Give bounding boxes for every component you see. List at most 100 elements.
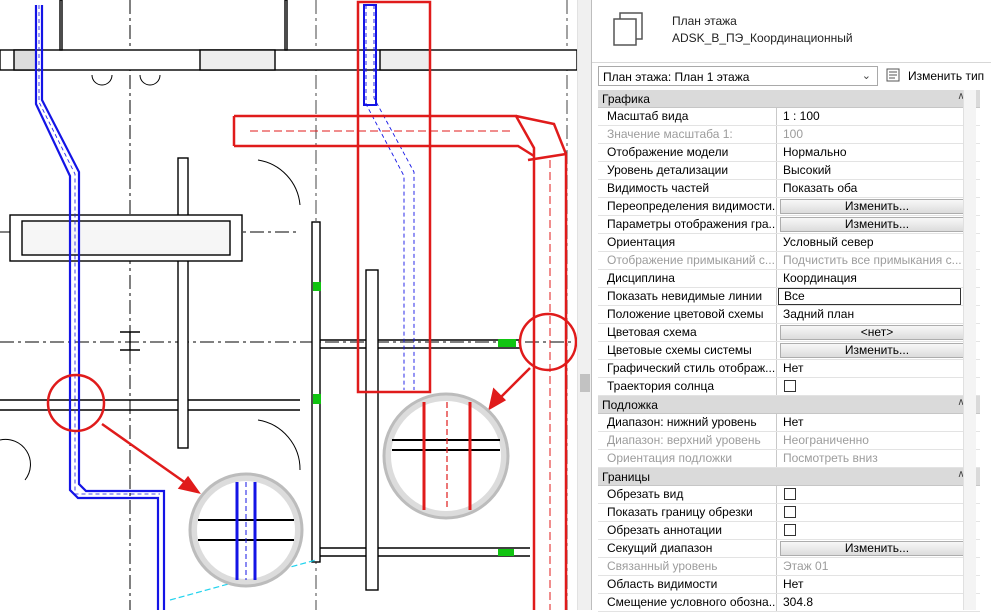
prop-key: Связанный уровень (598, 558, 777, 575)
prop-key: Диапазон: верхний уровень (598, 432, 777, 449)
prop-row[interactable]: Ориентация Условный север (598, 234, 980, 252)
prop-key: Обрезать аннотации (598, 522, 777, 539)
properties-scrollbar[interactable] (963, 90, 976, 610)
prop-row[interactable]: Переопределения видимости... Изменить... (598, 198, 980, 216)
prop-row[interactable]: Траектория солнца (598, 378, 980, 396)
type-header: План этажа ADSK_В_ПЭ_Координационный (592, 0, 991, 63)
prop-key: Ориентация (598, 234, 777, 251)
prop-row[interactable]: Секущий диапазон Изменить... (598, 540, 980, 558)
prop-row[interactable]: Видимость частей Показать оба (598, 180, 980, 198)
system-color-schemes-button[interactable]: Изменить... (780, 343, 974, 358)
prop-key: Дисциплина (598, 270, 777, 287)
prop-row: Связанный уровень Этаж 01 (598, 558, 980, 576)
prop-row[interactable]: Положение цветовой схемы Задний план (598, 306, 980, 324)
prop-row[interactable]: Масштаб вида 1 : 100 (598, 108, 980, 126)
prop-key: Цветовые схемы системы (598, 342, 777, 359)
edit-type-button[interactable]: Изменить тип (886, 66, 986, 86)
type-family: План этажа (672, 14, 737, 28)
prop-row[interactable]: Обрезать аннотации (598, 522, 980, 540)
zoom-bubble-red (382, 392, 510, 520)
prop-key: Отображение модели (598, 144, 777, 161)
prop-value[interactable]: Координация (777, 270, 980, 287)
canvas-scrollbar-thumb[interactable] (580, 374, 590, 392)
prop-value: Посмотреть вниз (783, 451, 878, 465)
prop-key: Переопределения видимости... (598, 198, 777, 215)
prop-value[interactable]: Условный север (777, 234, 980, 251)
prop-key: Показать невидимые линии (598, 288, 777, 305)
zoom-bubble-blue (188, 472, 304, 588)
prop-value[interactable]: Нет (777, 360, 980, 377)
crop-region-visible-checkbox[interactable] (784, 506, 796, 518)
edit-type-icon (886, 68, 900, 82)
prop-key: Положение цветовой схемы (598, 306, 777, 323)
prop-value[interactable]: Нет (777, 414, 980, 431)
prop-row: Диапазон: верхний уровень Неограниченно (598, 432, 980, 450)
column-marker (120, 331, 140, 351)
prop-value[interactable]: 1 : 100 (777, 108, 980, 125)
prop-value: Этаж 01 (783, 559, 829, 573)
prop-key: Секущий диапазон (598, 540, 777, 557)
prop-row: Отображение примыканий с... Подчистить вс… (598, 252, 980, 270)
prop-row[interactable]: Диапазон: нижний уровень Нет (598, 414, 980, 432)
view-range-button[interactable]: Изменить... (780, 541, 974, 556)
prop-row[interactable]: Отображение модели Нормально (598, 144, 980, 162)
prop-key: Уровень детализации (598, 162, 777, 179)
prop-value[interactable]: 304.8 (777, 594, 980, 611)
prop-key: Смещение условного обозна... (598, 594, 777, 611)
edit-graphic-display-button[interactable]: Изменить... (780, 217, 974, 232)
view-type-value: План этажа: План 1 этажа (603, 70, 750, 84)
prop-row[interactable]: Цветовые схемы системы Изменить... (598, 342, 980, 360)
prop-row: Значение масштаба 1: 100 (598, 126, 980, 144)
view-type-dropdown[interactable]: План этажа: План 1 этажа ⌄ (598, 66, 878, 86)
prop-value: Неограниченно (783, 433, 869, 447)
prop-row[interactable]: Показать невидимые линии Все (598, 288, 980, 306)
canvas-scrollbar[interactable] (577, 0, 592, 610)
prop-row[interactable]: Параметры отображения гра... Изменить... (598, 216, 980, 234)
prop-value[interactable]: Нормально (777, 144, 980, 161)
prop-key: Показать границу обрезки (598, 504, 777, 521)
prop-key: Ориентация подложки (598, 450, 777, 467)
prop-row: Ориентация подложки Посмотреть вниз (598, 450, 980, 468)
prop-value: 100 (783, 127, 804, 141)
blue-duct[interactable] (34, 5, 166, 610)
annotation-crop-checkbox[interactable] (784, 524, 796, 536)
prop-row[interactable]: Область видимости Нет (598, 576, 980, 594)
sun-path-checkbox[interactable] (784, 380, 796, 392)
group-graphics[interactable]: Графика ∧∧ (598, 90, 980, 108)
prop-key: Масштаб вида (598, 108, 777, 125)
prop-key: Траектория солнца (598, 378, 777, 395)
prop-key: Обрезать вид (598, 486, 777, 503)
properties-grid: Графика ∧∧ Масштаб вида1 : 100 Значение … (598, 90, 980, 612)
floor-plan-type-icon (613, 12, 643, 46)
door-swings (0, 74, 301, 481)
prop-row[interactable]: Цветовая схема <нет> (598, 324, 980, 342)
drawing-canvas[interactable] (0, 0, 577, 610)
crop-view-checkbox[interactable] (784, 488, 796, 500)
group-extents[interactable]: Границы ∧∧ (598, 468, 980, 486)
prop-value[interactable]: Показать оба (777, 180, 980, 197)
color-scheme-button[interactable]: <нет> (780, 325, 974, 340)
type-name: ADSK_В_ПЭ_Координационный (672, 31, 853, 45)
hidden-lines-field[interactable]: Все (778, 288, 961, 305)
prop-row[interactable]: Показать границу обрезки (598, 504, 980, 522)
prop-key: Отображение примыканий с... (598, 252, 777, 269)
prop-value[interactable]: Нет (777, 576, 980, 593)
prop-value: Подчистить все примыкания с... (783, 253, 962, 267)
prop-row[interactable]: Обрезать вид (598, 486, 980, 504)
prop-key: Цветовая схема (598, 324, 777, 341)
prop-row[interactable]: Уровень детализации Высокий (598, 162, 980, 180)
prop-row[interactable]: Графический стиль отображ... Нет (598, 360, 980, 378)
prop-value[interactable]: Задний план (777, 306, 980, 323)
prop-key: Значение масштаба 1: (598, 126, 777, 143)
prop-key: Графический стиль отображ... (598, 360, 777, 377)
prop-value[interactable]: Высокий (777, 162, 980, 179)
edit-vg-overrides-button[interactable]: Изменить... (780, 199, 974, 214)
group-underlay[interactable]: Подложка ∧∧ (598, 396, 980, 414)
prop-row[interactable]: Смещение условного обозна... 304.8 (598, 594, 980, 612)
group-title: Подложка (602, 398, 658, 412)
properties-palette: План этажа ADSK_В_ПЭ_Координационный Пла… (591, 0, 991, 612)
edit-type-label: Изменить тип (908, 69, 985, 83)
floor-plan-drawing[interactable] (0, 0, 577, 610)
prop-row[interactable]: Дисциплина Координация (598, 270, 980, 288)
prop-key: Видимость частей (598, 180, 777, 197)
